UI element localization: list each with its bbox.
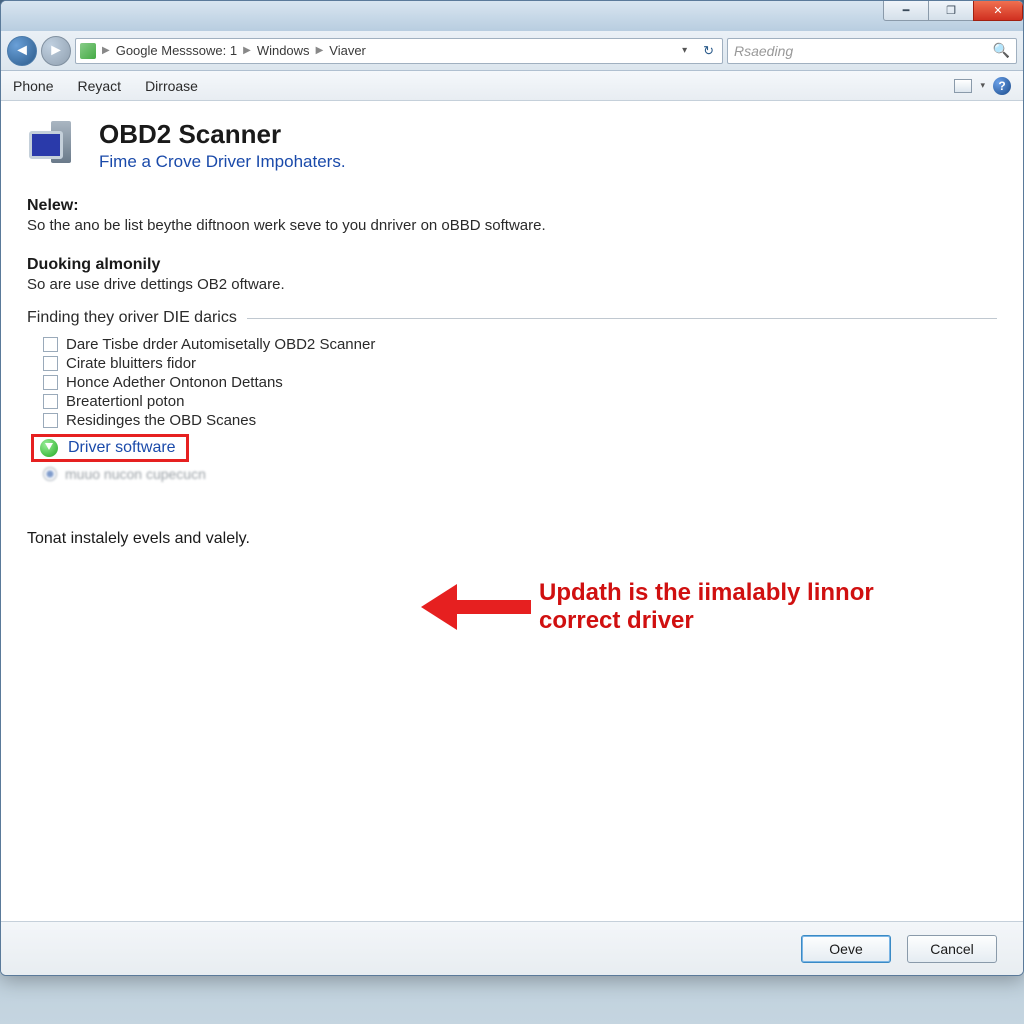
content-area: OBD2 Scanner Fime a Crove Driver Impohat… [1, 101, 1023, 921]
section-nelew: Nelew: So the ano be list beythe diftnoo… [27, 197, 997, 234]
section-duoking: Duoking almonily So are use drive dettin… [27, 256, 997, 293]
link-label: Driver software [68, 439, 176, 457]
section-label: Nelew: [27, 197, 997, 215]
fieldset-legend: Finding they oriver DIE darics [27, 309, 997, 331]
folder-icon [80, 43, 96, 59]
button-bar: Oeve Cancel [1, 921, 1023, 975]
driver-software-link[interactable]: Driver software [31, 434, 189, 462]
device-icon [27, 119, 83, 175]
checkbox-icon[interactable] [43, 413, 58, 428]
page-subtitle: Fime a Crove Driver Impohaters. [99, 152, 346, 172]
forward-arrow-icon: ► [48, 42, 64, 60]
section-label: Duoking almonily [27, 256, 997, 274]
menu-item-reyact[interactable]: Reyact [77, 78, 121, 94]
option-item[interactable]: Breatertionl poton [43, 392, 997, 411]
section-body: So are use drive dettings OB2 oftware. [27, 276, 997, 293]
maximize-button[interactable]: ❐ [928, 1, 974, 21]
titlebar: ━ ❐ ✕ [1, 1, 1023, 31]
checkbox-icon[interactable] [43, 394, 58, 409]
page-header: OBD2 Scanner Fime a Crove Driver Impohat… [27, 119, 997, 175]
option-label: Breatertionl poton [66, 393, 184, 410]
address-bar[interactable]: ▶ Google Messsowe: 1 ▶ Windows ▶ Viaver … [75, 38, 723, 64]
option-label: Dare Tisbe drder Automisetally OBD2 Scan… [66, 336, 375, 353]
menu-item-phone[interactable]: Phone [13, 78, 53, 94]
options-fieldset: Finding they oriver DIE darics Dare Tisb… [27, 309, 997, 482]
option-label: Residinges the OBD Scanes [66, 412, 256, 429]
checkbox-icon[interactable] [43, 375, 58, 390]
breadcrumb-seg[interactable]: Windows [257, 43, 310, 58]
chevron-right-icon: ▶ [243, 45, 251, 56]
help-icon[interactable]: ? [993, 77, 1011, 95]
option-label: Cirate bluitters fidor [66, 355, 196, 372]
minimize-button[interactable]: ━ [883, 1, 929, 21]
view-options-icon[interactable] [954, 79, 972, 93]
refresh-icon[interactable]: ↻ [699, 43, 718, 59]
obscured-option[interactable]: muuo nucon cupecucn [43, 466, 997, 482]
chevron-right-icon: ▶ [316, 45, 324, 56]
option-item[interactable]: Cirate bluitters fidor [43, 354, 997, 373]
callout-text: Updath is the iimalably linnor correct d… [539, 579, 919, 634]
breadcrumb-seg[interactable]: Google Messsowe: 1 [116, 43, 237, 58]
option-item[interactable]: Dare Tisbe drder Automisetally OBD2 Scan… [43, 335, 997, 354]
option-label: Honce Adether Ontonon Dettans [66, 374, 283, 391]
nav-toolbar: ◄ ► ▶ Google Messsowe: 1 ▶ Windows ▶ Via… [1, 31, 1023, 71]
annotation-callout: Updath is the iimalably linnor correct d… [421, 579, 919, 634]
checkbox-icon[interactable] [43, 356, 58, 371]
option-item[interactable]: Honce Adether Ontonon Dettans [43, 373, 997, 392]
menu-item-dirroase[interactable]: Dirroase [145, 78, 198, 94]
breadcrumb-seg[interactable]: Viaver [329, 43, 366, 58]
option-list: Dare Tisbe drder Automisetally OBD2 Scan… [27, 331, 997, 434]
section-body: So the ano be list beythe diftnoon werk … [27, 217, 997, 234]
menu-bar: Phone Reyact Dirroase ▾ ? [1, 71, 1023, 101]
arrow-left-icon [421, 584, 531, 630]
footer-note: Tonat instalely evels and valely. [27, 530, 997, 548]
chevron-right-icon: ▶ [102, 45, 110, 56]
search-input[interactable]: Rsaeding 🔍 [727, 38, 1017, 64]
address-dropdown-icon[interactable]: ▾ [676, 45, 693, 56]
chevron-down-icon[interactable]: ▾ [980, 80, 985, 91]
legend-text: Finding they oriver DIE darics [27, 309, 237, 327]
download-icon [40, 439, 58, 457]
cancel-button[interactable]: Cancel [907, 935, 997, 963]
window: ━ ❐ ✕ ◄ ► ▶ Google Messsowe: 1 ▶ Windows… [0, 0, 1024, 976]
search-icon[interactable]: 🔍 [993, 42, 1010, 59]
forward-button[interactable]: ► [41, 36, 71, 66]
page-title: OBD2 Scanner [99, 119, 346, 150]
back-arrow-icon: ◄ [14, 42, 30, 60]
close-button[interactable]: ✕ [973, 1, 1023, 21]
search-placeholder: Rsaeding [734, 43, 793, 59]
ok-button[interactable]: Oeve [801, 935, 891, 963]
back-button[interactable]: ◄ [7, 36, 37, 66]
option-item[interactable]: Residinges the OBD Scanes [43, 411, 997, 430]
checkbox-icon[interactable] [43, 337, 58, 352]
option-label: muuo nucon cupecucn [65, 466, 206, 482]
radio-icon[interactable] [43, 467, 57, 481]
